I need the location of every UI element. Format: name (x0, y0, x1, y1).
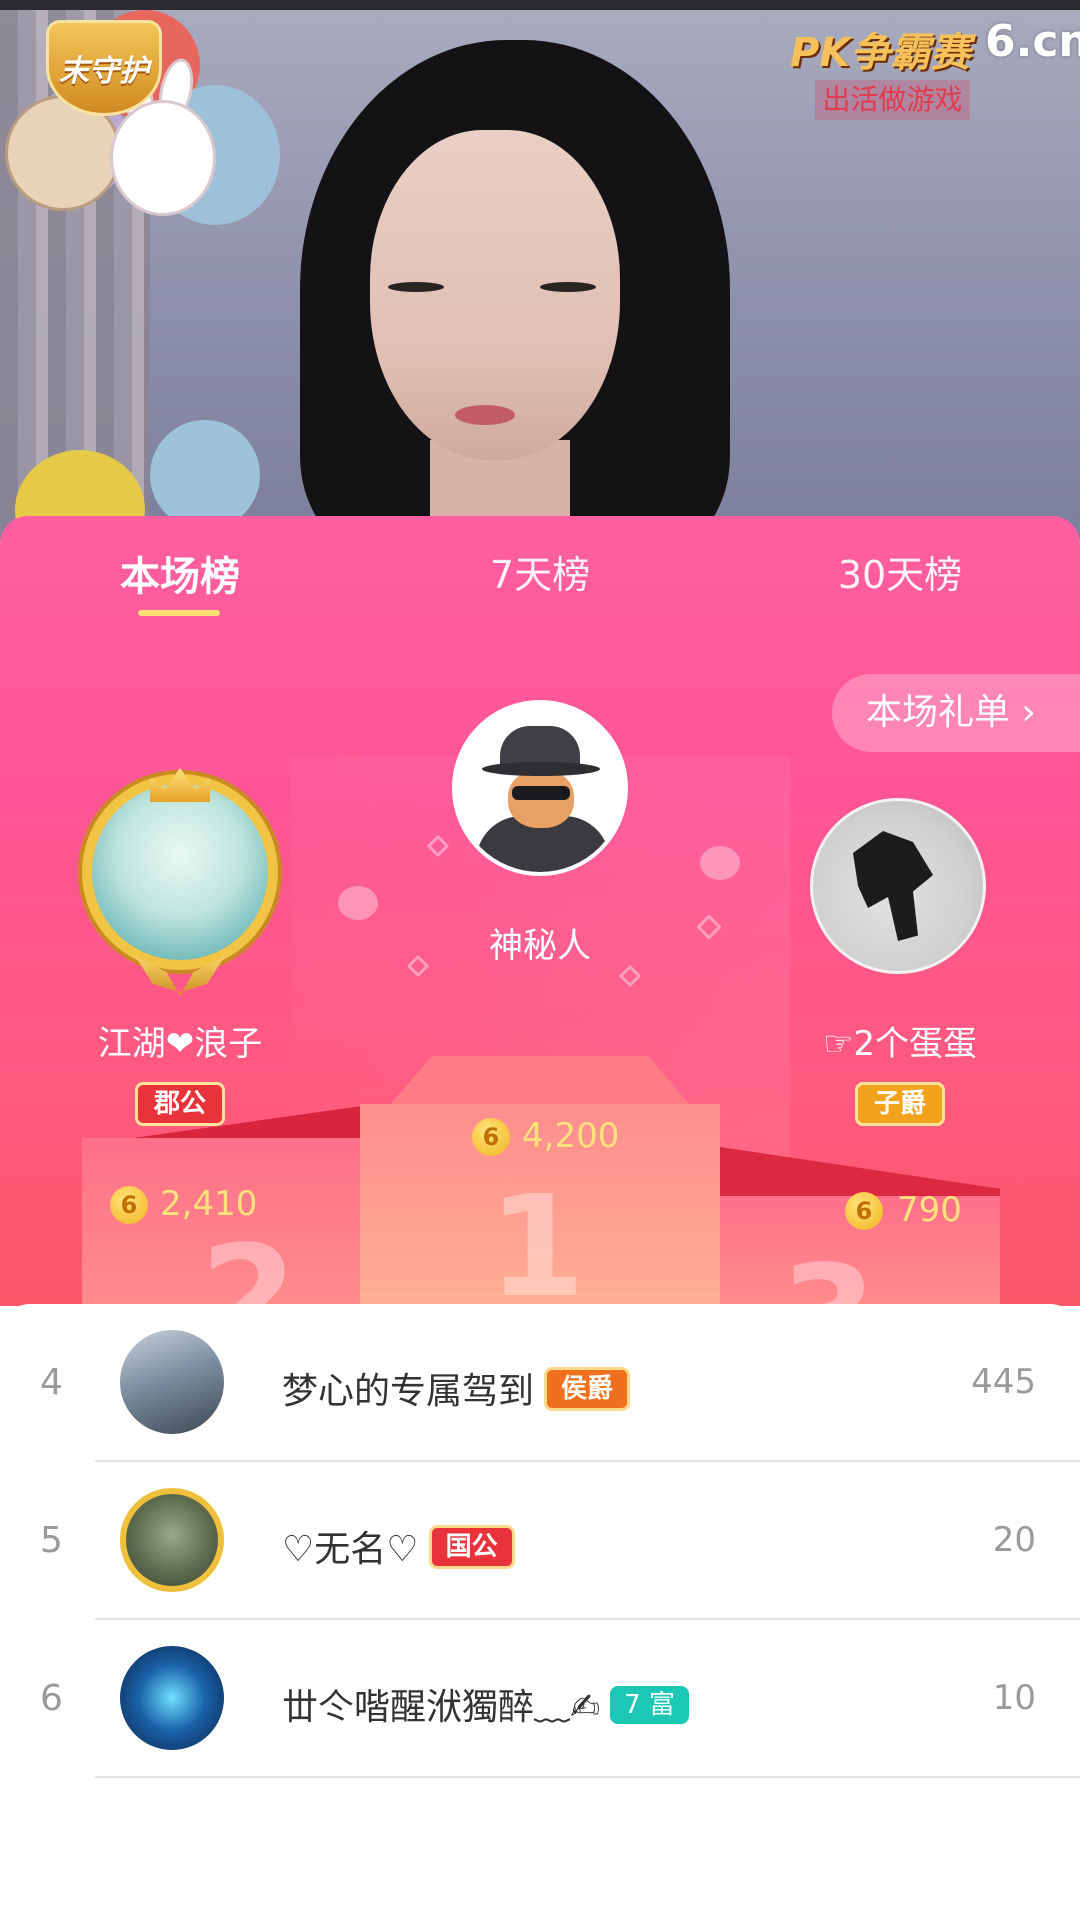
status-bar (0, 0, 1080, 10)
confetti-dot (338, 886, 378, 920)
tab-30-days[interactable]: 30天榜 (838, 544, 962, 599)
pk-logo[interactable]: PK争霸赛 (790, 20, 970, 76)
horse-ink-painting (853, 831, 933, 941)
avatar-first-mystery[interactable] (452, 700, 628, 876)
list-avatar[interactable] (120, 1646, 224, 1750)
rank-second-title-badge: 郡公 (134, 1082, 226, 1126)
coin-icon: 6 (472, 1118, 510, 1156)
pk-subtitle: 出活做游戏 (815, 80, 970, 120)
tab-current-session[interactable]: 本场榜 (120, 544, 240, 602)
streamer-lips (455, 405, 515, 425)
list-item[interactable]: 6 丗仒喈醒洑獨醉﹏✍ 7 富 10 (0, 1620, 1080, 1778)
list-value: 10 (992, 1678, 1036, 1718)
coin-icon: 6 (110, 1186, 148, 1224)
rank-second-name[interactable]: 江湖❤浪子 (98, 1016, 263, 1065)
podium-number-first: 1 (488, 1166, 586, 1306)
coin-icon: 6 (845, 1192, 883, 1230)
rank-third-score: 790 (897, 1190, 962, 1230)
list-value: 20 (992, 1520, 1036, 1560)
rank-third-name[interactable]: ☞2个蛋蛋 (823, 1016, 977, 1065)
list-value: 445 (971, 1362, 1036, 1402)
list-rank: 5 (40, 1520, 63, 1561)
live-video[interactable]: 末守护 PK争霸赛 出活做游戏 6.cn (0, 0, 1080, 540)
list-rank: 4 (40, 1362, 63, 1403)
ranking-panel: 本场榜 7天榜 30天榜 本场礼单 › 1 2 3 神秘人 6 4,200 江湖… (0, 516, 1080, 1306)
list-username[interactable]: ♡无名♡ 国公 (282, 1520, 515, 1573)
rank-third-title-badge: 子爵 (854, 1082, 946, 1126)
guard-badge[interactable]: 末守护 (46, 20, 162, 116)
list-level-badge: 7 富 (610, 1686, 689, 1724)
rank-first-name[interactable]: 神秘人 (489, 918, 591, 967)
list-username-text: 梦心的专属驾到 (282, 1371, 535, 1412)
avatar-third[interactable] (810, 798, 986, 974)
list-avatar[interactable] (120, 1330, 224, 1434)
avatar-sunglasses (512, 786, 570, 800)
podium-number-second: 2 (200, 1216, 298, 1306)
list-rank: 6 (40, 1678, 63, 1719)
gift-list-button[interactable]: 本场礼单 › (832, 674, 1080, 752)
confetti-dot (700, 846, 740, 880)
list-item[interactable]: 5 ♡无名♡ 国公 20 (0, 1462, 1080, 1620)
streamer-eye-left (388, 282, 444, 292)
avatar-second[interactable] (82, 774, 278, 970)
list-avatar[interactable] (120, 1488, 224, 1592)
list-title-badge: 国公 (428, 1525, 515, 1569)
balloon-blue-2 (150, 420, 260, 530)
list-username-text: 丗仒喈醒洑獨醉﹏✍ (282, 1687, 601, 1728)
list-item[interactable]: 4 梦心的专属驾到 侯爵 445 (0, 1304, 1080, 1462)
bunny-sticker (110, 100, 216, 216)
tab-active-indicator (138, 610, 220, 616)
rank-second-score: 2,410 (160, 1184, 258, 1224)
tab-7-days[interactable]: 7天榜 (490, 544, 590, 599)
site-logo: 6.cn (985, 16, 1080, 67)
rank-first-score: 4,200 (522, 1116, 620, 1156)
list-title-badge: 侯爵 (544, 1367, 631, 1411)
streamer-eye-right (540, 282, 596, 292)
list-username-text: ♡无名♡ (282, 1529, 419, 1570)
podium-number-third: 3 (780, 1236, 877, 1306)
list-username[interactable]: 梦心的专属驾到 侯爵 (282, 1362, 631, 1415)
list-divider (95, 1776, 1080, 1778)
avatar-hat-brim (482, 762, 600, 776)
ranking-tabs: 本场榜 7天榜 30天榜 (0, 516, 1080, 626)
list-username[interactable]: 丗仒喈醒洑獨醉﹏✍ 7 富 (282, 1678, 689, 1730)
ranking-list: 4 梦心的专属驾到 侯爵 445 5 ♡无名♡ 国公 20 6 丗仒喈醒洑獨醉﹏✍ 7… (0, 1304, 1080, 1920)
crown-icon (150, 768, 210, 802)
